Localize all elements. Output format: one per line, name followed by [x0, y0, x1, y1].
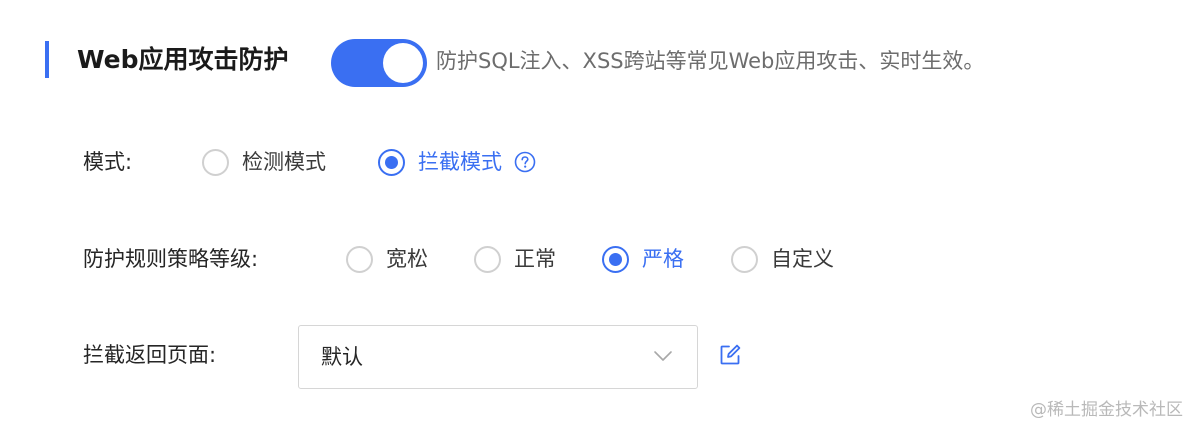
radio-circle[interactable] [378, 148, 405, 176]
policy-radio-normal[interactable]: 正常 [474, 244, 556, 274]
section-title: Web应用攻击防护 [77, 45, 289, 74]
section-accent-bar [45, 41, 49, 78]
radio-label: 检测模式 [242, 150, 326, 174]
policy-radio-custom[interactable]: 自定义 [731, 244, 834, 274]
radio-label: 拦截模式 [418, 150, 502, 174]
radio-label: 宽松 [386, 247, 428, 271]
radio-circle[interactable] [202, 148, 229, 176]
block-page-select-value: 默认 [321, 345, 363, 369]
mode-radio-block[interactable]: 拦截模式 [378, 147, 536, 177]
radio-label: 严格 [642, 247, 684, 271]
radio-label: 自定义 [771, 247, 834, 271]
toggle-knob [383, 43, 423, 83]
radio-circle[interactable] [474, 245, 501, 273]
radio-circle[interactable] [346, 245, 373, 273]
radio-label: 正常 [514, 247, 556, 271]
block-page-select[interactable]: 默认 [298, 325, 698, 389]
block-page-label: 拦截返回页面: [83, 343, 217, 367]
radio-circle[interactable] [731, 245, 758, 273]
policy-radio-strict[interactable]: 严格 [602, 244, 684, 274]
radio-circle[interactable] [602, 245, 629, 273]
section-description: 防护SQL注入、XSS跨站等常见Web应用攻击、实时生效。 [436, 49, 985, 73]
policy-radio-loose[interactable]: 宽松 [346, 244, 428, 274]
policy-level-label: 防护规则策略等级: [83, 247, 259, 271]
question-circle-icon[interactable] [514, 151, 536, 173]
mode-label: 模式: [83, 150, 133, 174]
mode-radio-detect[interactable]: 检测模式 [202, 147, 326, 177]
waf-toggle-switch[interactable] [331, 39, 427, 87]
chevron-down-icon [654, 351, 672, 361]
edit-icon[interactable] [718, 343, 742, 367]
watermark: @稀土掘金技术社区 [1030, 400, 1183, 420]
